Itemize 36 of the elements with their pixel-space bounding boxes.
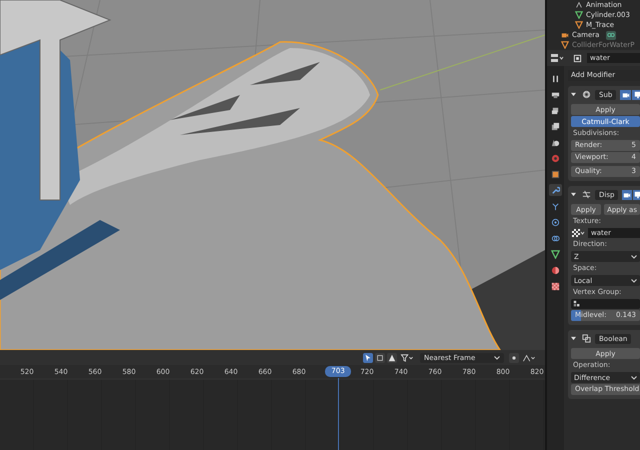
- wrench-icon[interactable]: [549, 184, 562, 196]
- caret-icon: [631, 278, 637, 282]
- monitor-icon[interactable]: [633, 190, 640, 200]
- cursor-icon[interactable]: [363, 352, 373, 362]
- triangle-icon[interactable]: [549, 248, 562, 260]
- curve-icon: [575, 1, 583, 9]
- caret-icon: [494, 356, 500, 360]
- vertex-group-icon: [573, 300, 581, 308]
- object-icon: [573, 54, 582, 62]
- constraint-icon[interactable]: [606, 30, 616, 40]
- frame-icon[interactable]: [375, 352, 385, 362]
- orbit-icon[interactable]: [549, 216, 562, 228]
- sphere-icon[interactable]: [549, 264, 562, 276]
- proportional-icon[interactable]: [509, 352, 519, 362]
- expand-arrow-icon[interactable]: [571, 92, 576, 97]
- camera-icon[interactable]: [620, 90, 632, 100]
- vertex-group-field[interactable]: [571, 299, 640, 309]
- square-icon[interactable]: [549, 168, 562, 180]
- filter-icon[interactable]: [399, 352, 415, 362]
- displace-icon: [582, 190, 591, 199]
- boolean-icon: [582, 334, 591, 343]
- triangle-icon: [561, 41, 569, 49]
- caret-icon: [631, 254, 637, 258]
- falloff-icon[interactable]: [521, 352, 537, 362]
- editor-type-icon[interactable]: [550, 53, 564, 63]
- camera-icon: [561, 31, 569, 39]
- caret-icon: [631, 376, 637, 380]
- subdivision-icon: [582, 90, 591, 99]
- checker-icon[interactable]: [571, 228, 585, 238]
- checker-icon[interactable]: [549, 280, 562, 292]
- monitor-icon[interactable]: [632, 90, 640, 100]
- stacked-images-icon[interactable]: [549, 120, 562, 132]
- expand-arrow-icon[interactable]: [571, 192, 576, 197]
- warning-icon[interactable]: [387, 352, 397, 362]
- camera-icon[interactable]: [622, 190, 632, 200]
- expand-arrow-icon[interactable]: [571, 336, 576, 341]
